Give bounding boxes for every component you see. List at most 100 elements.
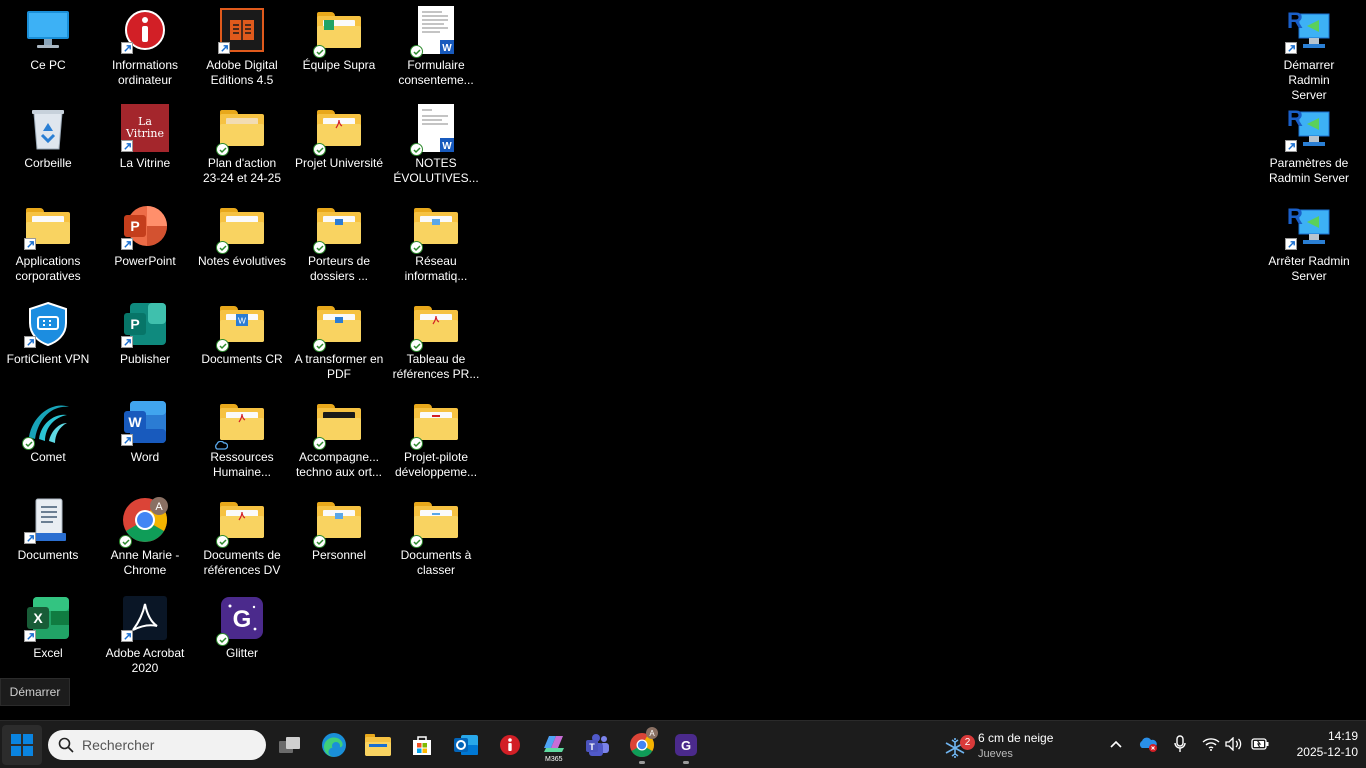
icon-label: Ce PC [30, 58, 66, 72]
folder-icon [216, 202, 266, 254]
edge-icon [322, 733, 346, 757]
desktop-icon-tableau-references[interactable]: Tableau de références PR... [389, 294, 483, 388]
desktop-icon-notes-evolutives-doc[interactable]: W NOTES ÉVOLUTIVES... [389, 98, 483, 192]
battery-tray-button[interactable] [1250, 734, 1270, 754]
desktop-icon-word[interactable]: W Word [98, 392, 192, 486]
shortcut-arrow-icon [24, 630, 36, 642]
desktop-icon-publisher[interactable]: P Publisher [98, 294, 192, 388]
sync-status-icon [313, 535, 326, 548]
svg-text:T: T [589, 742, 595, 752]
shortcut-arrow-icon [121, 630, 133, 642]
comet-icon [22, 398, 72, 450]
running-indicator [683, 761, 689, 764]
svg-text:R: R [1287, 8, 1303, 33]
file-explorer-button[interactable] [358, 725, 398, 765]
teams-button[interactable]: T [578, 725, 618, 765]
icon-label: Documents CR [201, 352, 283, 366]
sync-status-icon [410, 241, 423, 254]
desktop-icon-plan-daction[interactable]: Plan d'action 23-24 et 24-25 [195, 98, 289, 192]
cloud-status-icon [215, 441, 228, 450]
desktop-icon-anne-marie-chrome[interactable]: A Anne Marie - Chrome [98, 490, 192, 584]
chrome-icon: A [119, 496, 169, 548]
folder-icon: W [216, 300, 266, 352]
show-hidden-icons-button[interactable] [1106, 734, 1126, 754]
desktop-icon-arreter-radmin[interactable]: R Arrêter Radmin Server [1262, 196, 1356, 290]
weather-widget[interactable]: 2 6 cm de neige Jueves [944, 725, 1074, 765]
digital-editions-icon [218, 6, 266, 54]
radmin-icon: R [1285, 104, 1333, 152]
desktop-icon-glitter[interactable]: G Glitter [195, 588, 289, 682]
start-tooltip: Démarrer [0, 678, 70, 706]
icon-label: Adobe Digital Editions 4.5 [206, 58, 278, 87]
icon-label: Équipe Supra [302, 58, 376, 72]
folder-icon [410, 202, 460, 254]
desktop-icon-documents-references-dv[interactable]: Documents de références DV [195, 490, 289, 584]
desktop-icon-projet-universite[interactable]: Projet Université [292, 98, 386, 192]
desktop-icon-demarrer-radmin[interactable]: R Démarrer Radmin Server [1262, 0, 1356, 102]
desktop-icon-equipe-supra[interactable]: Équipe Supra [292, 0, 386, 94]
desktop-icon-excel[interactable]: X Excel [1, 588, 95, 682]
desktop-icon-corbeille[interactable]: Corbeille [1, 98, 95, 192]
powerpoint-icon: P [121, 202, 169, 250]
microphone-tray-button[interactable] [1170, 734, 1190, 754]
folder-icon [313, 398, 363, 450]
la-vitrine-logo-icon: La Vitrine [121, 104, 169, 152]
sync-status-icon [410, 339, 423, 352]
desktop-icon-applications-corporatives[interactable]: Applications corporatives [1, 196, 95, 290]
icon-label: Personnel [311, 548, 367, 562]
icon-label: Word [130, 450, 160, 464]
informations-ordinateur-button[interactable] [490, 725, 530, 765]
shortcut-arrow-icon [121, 434, 133, 446]
desktop-icon-documents-a-classer[interactable]: Documents à classer [389, 490, 483, 584]
sync-status-icon [410, 143, 423, 156]
desktop-icon-reseau-informatique[interactable]: Réseau informatiq... [389, 196, 483, 290]
sync-status-icon [216, 241, 229, 254]
svg-text:W: W [442, 43, 452, 54]
speaker-icon [1225, 737, 1242, 751]
wifi-tray-button[interactable] [1201, 734, 1221, 754]
weather-condition: 6 cm de neige [978, 730, 1054, 745]
desktop-icon-ressources-humaines[interactable]: Ressources Humaine... [195, 392, 289, 486]
desktop-icon-documents[interactable]: Documents [1, 490, 95, 584]
windows-icon [11, 734, 33, 756]
desktop-icon-personnel[interactable]: Personnel [292, 490, 386, 584]
desktop-icon-ce-pc[interactable]: Ce PC [1, 0, 95, 94]
desktop-icon-projet-pilote[interactable]: Projet-pilote développeme... [389, 392, 483, 486]
desktop-icon-parametres-radmin[interactable]: R Paramètres de Radmin Server [1262, 98, 1356, 192]
desktop-icon-porteurs-de-dossiers[interactable]: Porteurs de dossiers ... [292, 196, 386, 290]
running-indicator [639, 761, 645, 764]
microsoft-store-button[interactable] [402, 725, 442, 765]
desktop-icon-comet[interactable]: Comet [1, 392, 95, 486]
folder-icon [410, 398, 460, 450]
icon-label: Paramètres de Radmin Server [1268, 156, 1350, 185]
desktop-icon-adobe-digital-editions[interactable]: Adobe Digital Editions 4.5 [195, 0, 289, 94]
desktop-icon-adobe-acrobat[interactable]: Adobe Acrobat 2020 [98, 588, 192, 682]
desktop-icon-documents-cr[interactable]: W Documents CR [195, 294, 289, 388]
desktop-icon-notes-evolutives[interactable]: Notes évolutives [195, 196, 289, 290]
task-view-icon [279, 737, 300, 753]
desktop-icon-powerpoint[interactable]: P PowerPoint [98, 196, 192, 290]
icon-label: Projet-pilote développeme... [394, 450, 478, 479]
outlook-button[interactable] [446, 725, 486, 765]
desktop-icon-informations-ordinateur[interactable]: Informations ordinateur [98, 0, 192, 94]
desktop-icon-la-vitrine[interactable]: La Vitrine La Vitrine [98, 98, 192, 192]
edge-button[interactable] [314, 725, 354, 765]
task-view-button[interactable] [270, 725, 310, 765]
word-icon: W [121, 398, 169, 446]
clock[interactable]: 14:19 2025-12-10 [1270, 728, 1358, 760]
search-box[interactable]: Rechercher [48, 730, 266, 760]
desktop-icon-accompagnement-techno[interactable]: Accompagne... techno aux ort... [292, 392, 386, 486]
glitter-button[interactable]: G [666, 725, 706, 765]
desktop-icon-forticlient-vpn[interactable]: FortiClient VPN [1, 294, 95, 388]
volume-tray-button[interactable] [1224, 734, 1244, 754]
chrome-button[interactable]: A [622, 725, 662, 765]
glitter-icon: G [216, 594, 266, 646]
icon-label: La Vitrine [119, 156, 171, 170]
shortcut-arrow-icon [1285, 42, 1297, 54]
start-button[interactable] [2, 725, 42, 765]
m365-button[interactable]: M365 [534, 725, 574, 765]
desktop-icon-a-transformer-en-pdf[interactable]: A transformer en PDF [292, 294, 386, 388]
desktop-icon-formulaire-consentement[interactable]: W Formulaire consenteme... [389, 0, 483, 94]
onedrive-tray-button[interactable] [1138, 734, 1158, 754]
word-document-icon: W [410, 6, 460, 58]
